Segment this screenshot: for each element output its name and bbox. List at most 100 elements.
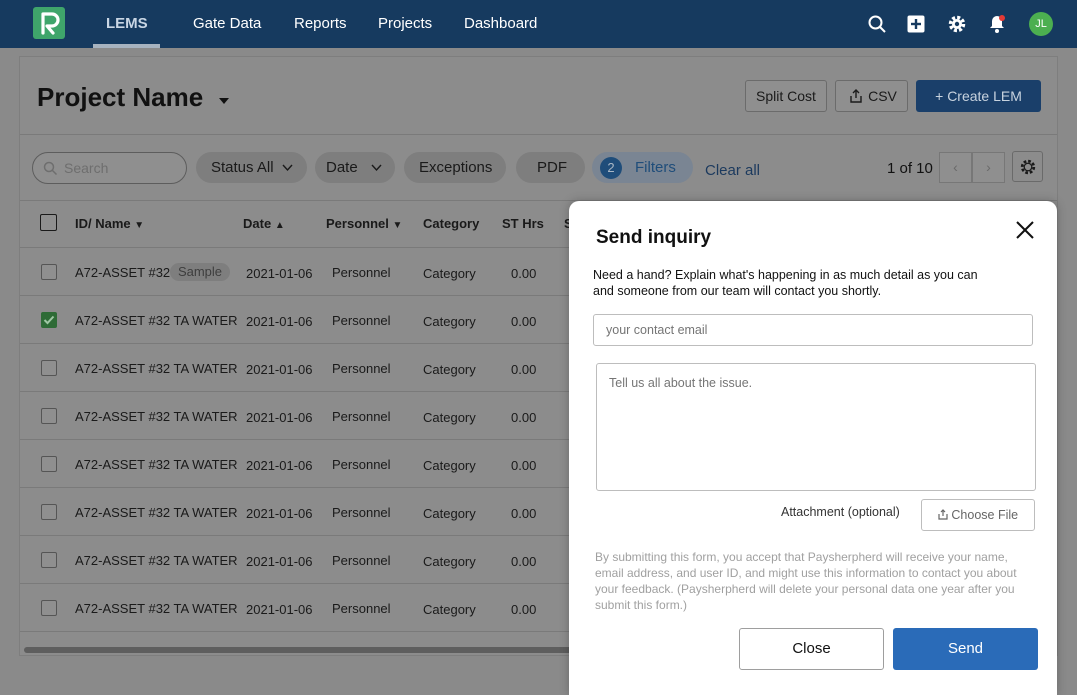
row-personnel: Personnel [332, 457, 391, 472]
send-button[interactable]: Send [893, 628, 1038, 670]
row-category: Category [423, 266, 476, 281]
add-icon[interactable] [906, 14, 926, 34]
row-category: Category [423, 362, 476, 377]
horizontal-scrollbar[interactable] [24, 647, 574, 653]
chevron-left-icon: ‹ [953, 159, 958, 175]
email-field[interactable] [593, 314, 1033, 346]
row-name[interactable]: A72-ASSET #32 TA WATER [75, 409, 238, 424]
pdf-filter[interactable]: PDF [516, 152, 585, 183]
row-checkbox[interactable] [41, 600, 57, 616]
issue-textarea[interactable] [596, 363, 1036, 491]
nav-item-projects[interactable]: Projects [378, 0, 432, 48]
column-header-st-hrs[interactable]: ST Hrs [502, 216, 544, 231]
row-date: 2021-01-06 [246, 554, 313, 569]
create-lem-button[interactable]: + Create LEM [916, 80, 1041, 112]
nav-item-dashboard[interactable]: Dashboard [464, 0, 537, 48]
divider [20, 134, 1057, 135]
select-all-checkbox[interactable] [40, 214, 57, 231]
chevron-right-icon: › [986, 159, 991, 175]
column-header-id-name[interactable]: ID/ Name ▼ [75, 216, 144, 231]
column-header-personnel[interactable]: Personnel ▼ [326, 216, 402, 231]
search-icon [43, 161, 58, 176]
plus-icon: + [935, 88, 944, 104]
column-header-date[interactable]: Date ▲ [243, 216, 285, 231]
sort-down-icon: ▼ [134, 220, 145, 231]
page-title[interactable]: Project Name [37, 82, 203, 113]
row-name[interactable]: A72-ASSET #32 TA WATER [75, 361, 238, 376]
row-name[interactable]: A72-ASSET #32 TA WATER [75, 313, 238, 328]
row-checkbox[interactable] [41, 504, 57, 520]
attachment-label: Attachment (optional) [781, 505, 900, 519]
chevron-down-icon[interactable] [218, 93, 230, 111]
search-placeholder: Search [64, 160, 109, 176]
row-date: 2021-01-06 [246, 458, 313, 473]
row-name[interactable]: A72-ASSET #32 TA WATER [75, 601, 238, 616]
checkmark-icon [43, 315, 55, 325]
choose-file-button[interactable]: Choose File [921, 499, 1035, 531]
row-category: Category [423, 410, 476, 425]
app-logo-icon[interactable] [33, 7, 65, 39]
nav-item-gate-data[interactable]: Gate Data [193, 0, 261, 48]
row-checkbox[interactable] [41, 456, 57, 472]
row-checkbox-checked[interactable] [41, 312, 57, 328]
row-st-hrs: 0.00 [511, 314, 537, 329]
create-lem-label: Create LEM [947, 88, 1022, 104]
row-date: 2021-01-06 [246, 362, 313, 377]
bell-icon[interactable] [987, 14, 1007, 34]
row-st-hrs: 0.00 [511, 410, 537, 425]
sort-down-icon: ▼ [392, 220, 403, 231]
send-inquiry-modal: Send inquiry Need a hand? Explain what's… [569, 201, 1057, 695]
nav-active-indicator [93, 44, 160, 48]
avatar[interactable]: JL [1029, 12, 1053, 36]
row-st-hrs: 0.00 [511, 602, 537, 617]
row-checkbox[interactable] [41, 264, 57, 280]
close-icon[interactable] [1012, 217, 1038, 243]
row-checkbox[interactable] [41, 408, 57, 424]
split-cost-button[interactable]: Split Cost [745, 80, 827, 112]
next-page-button[interactable]: › [972, 152, 1005, 183]
row-personnel: Personnel [332, 313, 391, 328]
gear-icon[interactable] [947, 14, 967, 34]
row-st-hrs: 0.00 [511, 506, 537, 521]
exceptions-filter[interactable]: Exceptions [404, 152, 506, 183]
row-category: Category [423, 506, 476, 521]
csv-button-label: CSV [868, 88, 897, 104]
choose-file-label: Choose File [951, 508, 1019, 522]
nav-item-lems[interactable]: LEMS [106, 0, 148, 48]
search-input[interactable]: Search [32, 152, 187, 184]
gear-icon [1020, 159, 1036, 175]
column-header-category[interactable]: Category [423, 216, 479, 231]
search-icon[interactable] [867, 14, 887, 34]
row-personnel: Personnel [332, 553, 391, 568]
row-st-hrs: 0.00 [511, 458, 537, 473]
row-category: Category [423, 314, 476, 329]
row-name[interactable]: A72-ASSET #32 T. [75, 265, 184, 280]
previous-page-button[interactable]: ‹ [939, 152, 972, 183]
row-personnel: Personnel [332, 265, 391, 280]
row-checkbox[interactable] [41, 360, 57, 376]
row-date: 2021-01-06 [246, 410, 313, 425]
clear-all-link[interactable]: Clear all [705, 162, 760, 179]
row-personnel: Personnel [332, 361, 391, 376]
csv-button[interactable]: CSV [835, 80, 908, 112]
row-category: Category [423, 602, 476, 617]
status-filter-dropdown[interactable]: Status All [196, 152, 307, 183]
table-settings-button[interactable] [1012, 151, 1043, 182]
row-checkbox[interactable] [41, 552, 57, 568]
status-filter-label: Status All [211, 159, 274, 176]
row-personnel: Personnel [332, 505, 391, 520]
close-button[interactable]: Close [739, 628, 884, 670]
nav-item-reports[interactable]: Reports [294, 0, 347, 48]
sample-badge: Sample [170, 263, 230, 281]
legal-disclaimer: By submitting this form, you accept that… [595, 550, 1017, 612]
row-name[interactable]: A72-ASSET #32 TA WATER [75, 457, 238, 472]
chevron-down-icon [282, 164, 293, 172]
row-personnel: Personnel [332, 409, 391, 424]
date-filter-dropdown[interactable]: Date [315, 152, 395, 183]
row-date: 2021-01-06 [246, 314, 313, 329]
row-date: 2021-01-06 [246, 266, 313, 281]
row-category: Category [423, 458, 476, 473]
top-nav: LEMS Gate Data Reports Projects Dashboar… [0, 0, 1077, 48]
row-name[interactable]: A72-ASSET #32 TA WATER [75, 505, 238, 520]
row-name[interactable]: A72-ASSET #32 TA WATER [75, 553, 238, 568]
